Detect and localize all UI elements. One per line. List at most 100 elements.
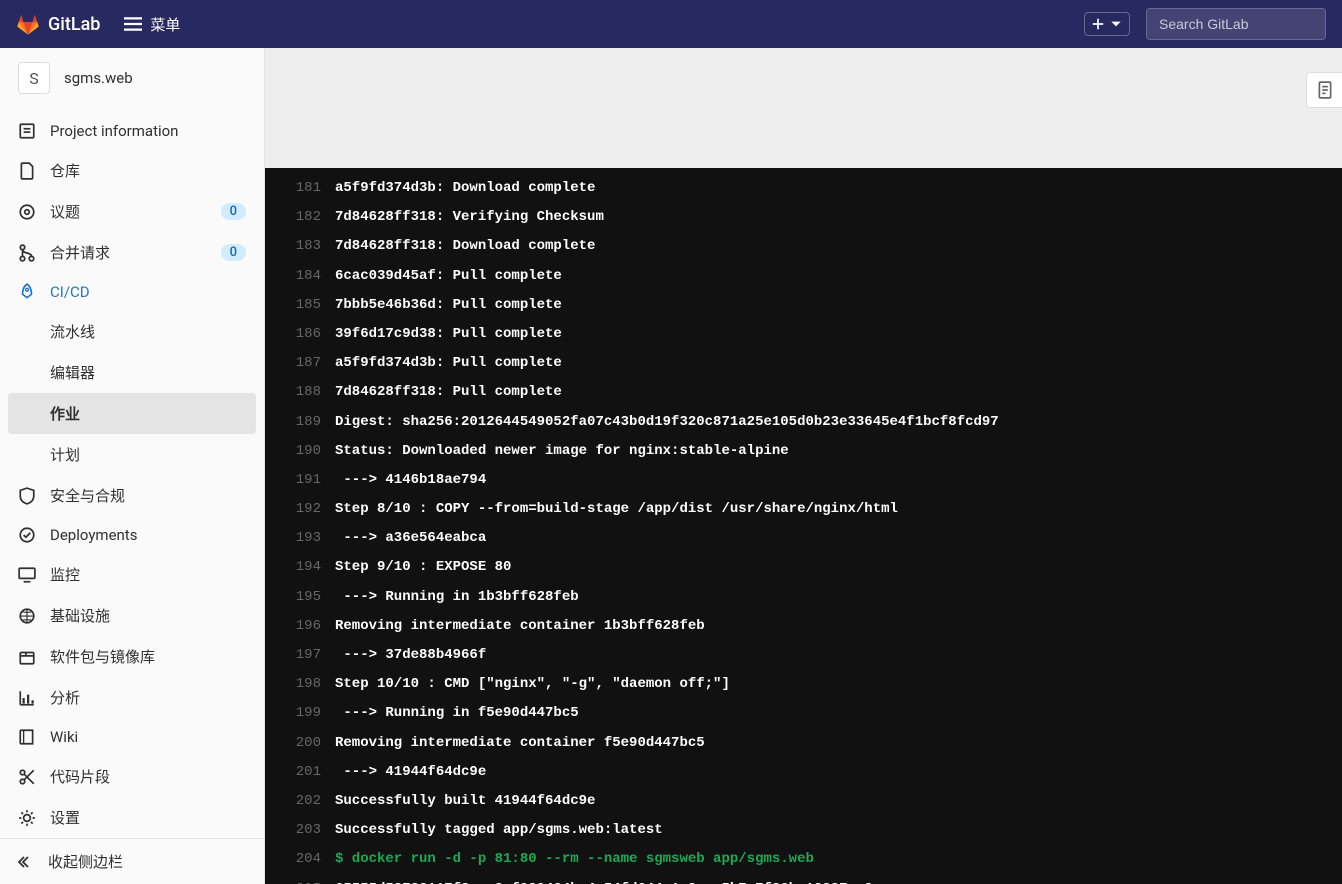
line-text: ---> Running in 1b3bff628feb: [335, 585, 579, 610]
log-line: 202Successfully built 41944f64dc9e: [265, 787, 1342, 816]
line-number: 205: [265, 877, 335, 884]
subnav-item-pipelines[interactable]: 流水线: [8, 311, 256, 352]
sidebar-item-label: 软件包与镜像库: [50, 646, 246, 667]
sidebar-item-infra[interactable]: 基础设施: [8, 595, 256, 636]
sidebar-item-settings[interactable]: 设置: [8, 797, 256, 838]
gitlab-logo[interactable]: GitLab: [16, 12, 100, 36]
line-number: 186: [265, 322, 335, 347]
log-line: 196Removing intermediate container 1b3bf…: [265, 612, 1342, 641]
sidebar-scroll[interactable]: S sgms.web Project information 仓库议题0合并请求0…: [0, 48, 264, 838]
log-line: 195 ---> Running in 1b3bff628feb: [265, 583, 1342, 612]
sidebar-item-label: 代码片段: [50, 766, 246, 787]
sidebar-item-snippets[interactable]: 代码片段: [8, 756, 256, 797]
subnav-item-jobs[interactable]: 作业: [8, 393, 256, 434]
line-number: 192: [265, 497, 335, 522]
toggle-raw-button[interactable]: [1306, 72, 1342, 108]
line-number: 200: [265, 731, 335, 756]
line-number: 202: [265, 789, 335, 814]
line-number: 204: [265, 847, 335, 872]
sidebar-item-repo[interactable]: 仓库: [8, 150, 256, 191]
log-line: 1837d84628ff318: Download complete: [265, 232, 1342, 261]
menu-button[interactable]: 菜单: [124, 14, 180, 35]
navbar: GitLab 菜单: [0, 0, 1342, 48]
line-number: 190: [265, 439, 335, 464]
deploy-icon: [18, 526, 36, 544]
line-text: Step 10/10 : CMD ["nginx", "-g", "daemon…: [335, 672, 730, 697]
line-text: ---> 4146b18ae794: [335, 468, 486, 493]
log-line: 198Step 10/10 : CMD ["nginx", "-g", "dae…: [265, 670, 1342, 699]
sidebar-item-project-info[interactable]: Project information: [8, 112, 256, 150]
line-number: 189: [265, 410, 335, 435]
log-line: 193 ---> a36e564eabca: [265, 524, 1342, 553]
package-icon: [18, 648, 36, 666]
line-text: 7d84628ff318: Download complete: [335, 234, 595, 259]
line-text: Status: Downloaded newer image for nginx…: [335, 439, 789, 464]
log-line: 204$ docker run -d -p 81:80 --rm --name …: [265, 845, 1342, 874]
log-line: 191 ---> 4146b18ae794: [265, 466, 1342, 495]
sidebar-item-monitor[interactable]: 监控: [8, 554, 256, 595]
log-line: 203Successfully tagged app/sgms.web:late…: [265, 816, 1342, 845]
log-line: 18639f6d17c9d38: Pull complete: [265, 320, 1342, 349]
collapse-sidebar-button[interactable]: 收起侧边栏: [0, 838, 264, 884]
sidebar-item-label: 安全与合规: [50, 485, 246, 506]
line-text: 65555d53732117f3eec8af989424be4e54fd644e…: [335, 877, 873, 884]
line-text: $ docker run -d -p 81:80 --rm --name sgm…: [335, 847, 814, 872]
count-badge: 0: [221, 203, 246, 220]
log-line: 197 ---> 37de88b4966f: [265, 641, 1342, 670]
sidebar-item-security[interactable]: 安全与合规: [8, 475, 256, 516]
sidebar-items: Project information 仓库议题0合并请求0CI/CD流水线编辑器…: [0, 108, 264, 838]
line-text: ---> Running in f5e90d447bc5: [335, 701, 579, 726]
sidebar-item-cicd[interactable]: CI/CD: [8, 273, 256, 311]
plus-icon: [1091, 17, 1105, 31]
log-line: 199 ---> Running in f5e90d447bc5: [265, 699, 1342, 728]
log-line: 187a5f9fd374d3b: Pull complete: [265, 349, 1342, 378]
line-number: 193: [265, 526, 335, 551]
sidebar-item-merge[interactable]: 合并请求0: [8, 232, 256, 273]
menu-label: 菜单: [150, 14, 180, 35]
line-text: 7bbb5e46b36d: Pull complete: [335, 293, 562, 318]
line-number: 194: [265, 555, 335, 580]
sidebar-item-issues[interactable]: 议题0: [8, 191, 256, 232]
collapse-icon: [18, 854, 34, 870]
line-number: 183: [265, 234, 335, 259]
sidebar-item-label: 设置: [50, 807, 246, 828]
line-number: 195: [265, 585, 335, 610]
gear-icon: [18, 809, 36, 827]
hamburger-icon: [124, 15, 142, 33]
issues-icon: [18, 203, 36, 221]
gitlab-icon: [16, 12, 40, 36]
line-text: Step 8/10 : COPY --from=build-stage /app…: [335, 497, 898, 522]
sidebar-item-label: 基础设施: [50, 605, 246, 626]
rocket-icon: [18, 283, 36, 301]
sidebar-item-wiki[interactable]: Wiki: [8, 718, 256, 756]
sidebar-item-analytics[interactable]: 分析: [8, 677, 256, 718]
sidebar-item-label: Project information: [50, 122, 246, 140]
subnav-item-editor[interactable]: 编辑器: [8, 352, 256, 393]
count-badge: 0: [221, 244, 246, 261]
sidebar-item-packages[interactable]: 软件包与镜像库: [8, 636, 256, 677]
log-line: 1827d84628ff318: Verifying Checksum: [265, 203, 1342, 232]
log-line: 181a5f9fd374d3b: Download complete: [265, 174, 1342, 203]
sidebar-item-label: Wiki: [50, 728, 246, 746]
line-text: Digest: sha256:2012644549052fa07c43b0d19…: [335, 410, 999, 435]
line-text: Step 9/10 : EXPOSE 80: [335, 555, 511, 580]
subnav-item-schedules[interactable]: 计划: [8, 434, 256, 475]
scissors-icon: [18, 768, 36, 786]
sidebar-item-deployments[interactable]: Deployments: [8, 516, 256, 554]
log-line: 20565555d53732117f3eec8af989424be4e54fd6…: [265, 875, 1342, 884]
job-log[interactable]: 181a5f9fd374d3b: Download complete1827d8…: [265, 168, 1342, 884]
log-line: 194Step 9/10 : EXPOSE 80: [265, 553, 1342, 582]
log-line: 1846cac039d45af: Pull complete: [265, 262, 1342, 291]
infra-icon: [18, 607, 36, 625]
sidebar-item-label: 分析: [50, 687, 246, 708]
search-input[interactable]: [1146, 8, 1326, 40]
new-button[interactable]: [1084, 12, 1130, 36]
line-text: Successfully built 41944f64dc9e: [335, 789, 595, 814]
chevron-down-icon: [1109, 17, 1123, 31]
main-content: 181a5f9fd374d3b: Download complete1827d8…: [265, 48, 1342, 884]
line-text: Removing intermediate container f5e90d44…: [335, 731, 705, 756]
line-text: ---> 41944f64dc9e: [335, 760, 486, 785]
line-number: 203: [265, 818, 335, 843]
project-header[interactable]: S sgms.web: [0, 48, 264, 108]
log-line: 189Digest: sha256:2012644549052fa07c43b0…: [265, 408, 1342, 437]
